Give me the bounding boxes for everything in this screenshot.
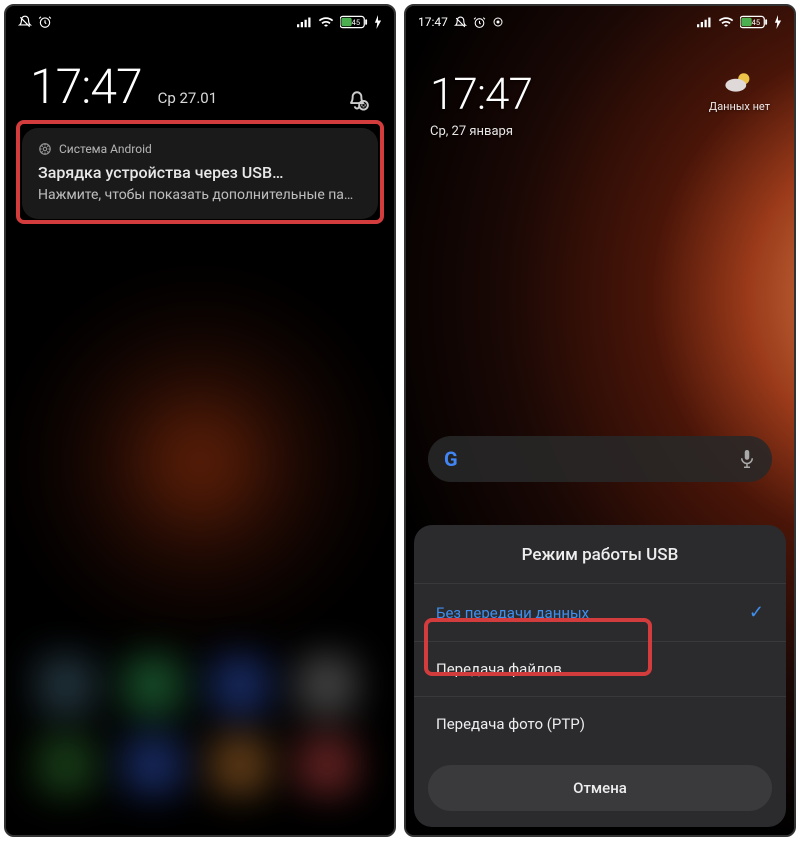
option-label: Без передачи данных <box>436 604 589 622</box>
homescreen-time: 17:47 <box>430 68 532 120</box>
usb-option-file-transfer[interactable]: Передача файлов <box>414 641 786 696</box>
usb-option-no-transfer[interactable]: Без передачи данных ✓ <box>414 583 786 641</box>
battery-icon: 45 <box>340 15 368 29</box>
statusbar: 17:47 45 <box>406 6 794 38</box>
sheet-title: Режим работы USB <box>414 545 786 565</box>
weather-icon <box>723 68 755 96</box>
lockscreen-clock-row: 17:47 Ср 27.01 <box>6 58 394 115</box>
alarm-icon <box>38 15 52 29</box>
lockscreen-date: Ср 27.01 <box>158 89 218 107</box>
phone-right: 17:47 45 <box>404 4 796 837</box>
blurred-app-grid <box>6 535 394 795</box>
weather-label: Данных нет <box>709 100 770 113</box>
dot-icon <box>492 16 504 28</box>
notification-app-name: Система Android <box>59 142 152 156</box>
alarm-icon <box>473 16 486 29</box>
dnd-icon <box>18 15 32 29</box>
notification-title: Зарядка устройства через USB… <box>38 163 362 182</box>
homescreen-date: Ср, 27 января <box>430 124 532 139</box>
lockscreen-time: 17:47 <box>30 58 142 115</box>
mic-icon[interactable] <box>738 448 756 470</box>
svg-text:45: 45 <box>352 18 360 27</box>
battery-icon: 45 <box>740 15 768 29</box>
phone-left: 45 17:47 Ср 27.01 Система Android Зарядк… <box>4 4 396 837</box>
notification-card[interactable]: Система Android Зарядка устройства через… <box>22 128 378 219</box>
signal-icon <box>697 16 712 28</box>
charging-icon <box>774 15 782 29</box>
svg-text:45: 45 <box>752 18 760 27</box>
cancel-button[interactable]: Отмена <box>428 765 772 811</box>
google-logo-icon: G <box>444 447 457 471</box>
android-system-icon <box>38 142 52 156</box>
statusbar-time: 17:47 <box>418 15 448 29</box>
notification-settings-icon[interactable] <box>344 89 370 115</box>
notification-body: Нажмите, чтобы показать дополнительные п… <box>38 187 362 203</box>
usb-mode-sheet: Режим работы USB Без передачи данных ✓ П… <box>414 525 786 827</box>
statusbar: 45 <box>6 6 394 38</box>
weather-widget[interactable]: Данных нет <box>709 68 770 113</box>
wifi-icon <box>318 16 334 28</box>
option-label: Передача фото (PTP) <box>436 715 585 733</box>
option-label: Передача файлов <box>436 660 562 678</box>
charging-icon <box>374 15 382 29</box>
check-icon: ✓ <box>749 602 764 623</box>
homescreen-clock: 17:47 Ср, 27 января Данных нет <box>430 68 770 139</box>
signal-icon <box>297 16 312 28</box>
dnd-icon <box>454 16 467 29</box>
wifi-icon <box>718 16 734 28</box>
usb-option-ptp[interactable]: Передача фото (PTP) <box>414 696 786 751</box>
google-search-bar[interactable]: G <box>428 436 772 482</box>
